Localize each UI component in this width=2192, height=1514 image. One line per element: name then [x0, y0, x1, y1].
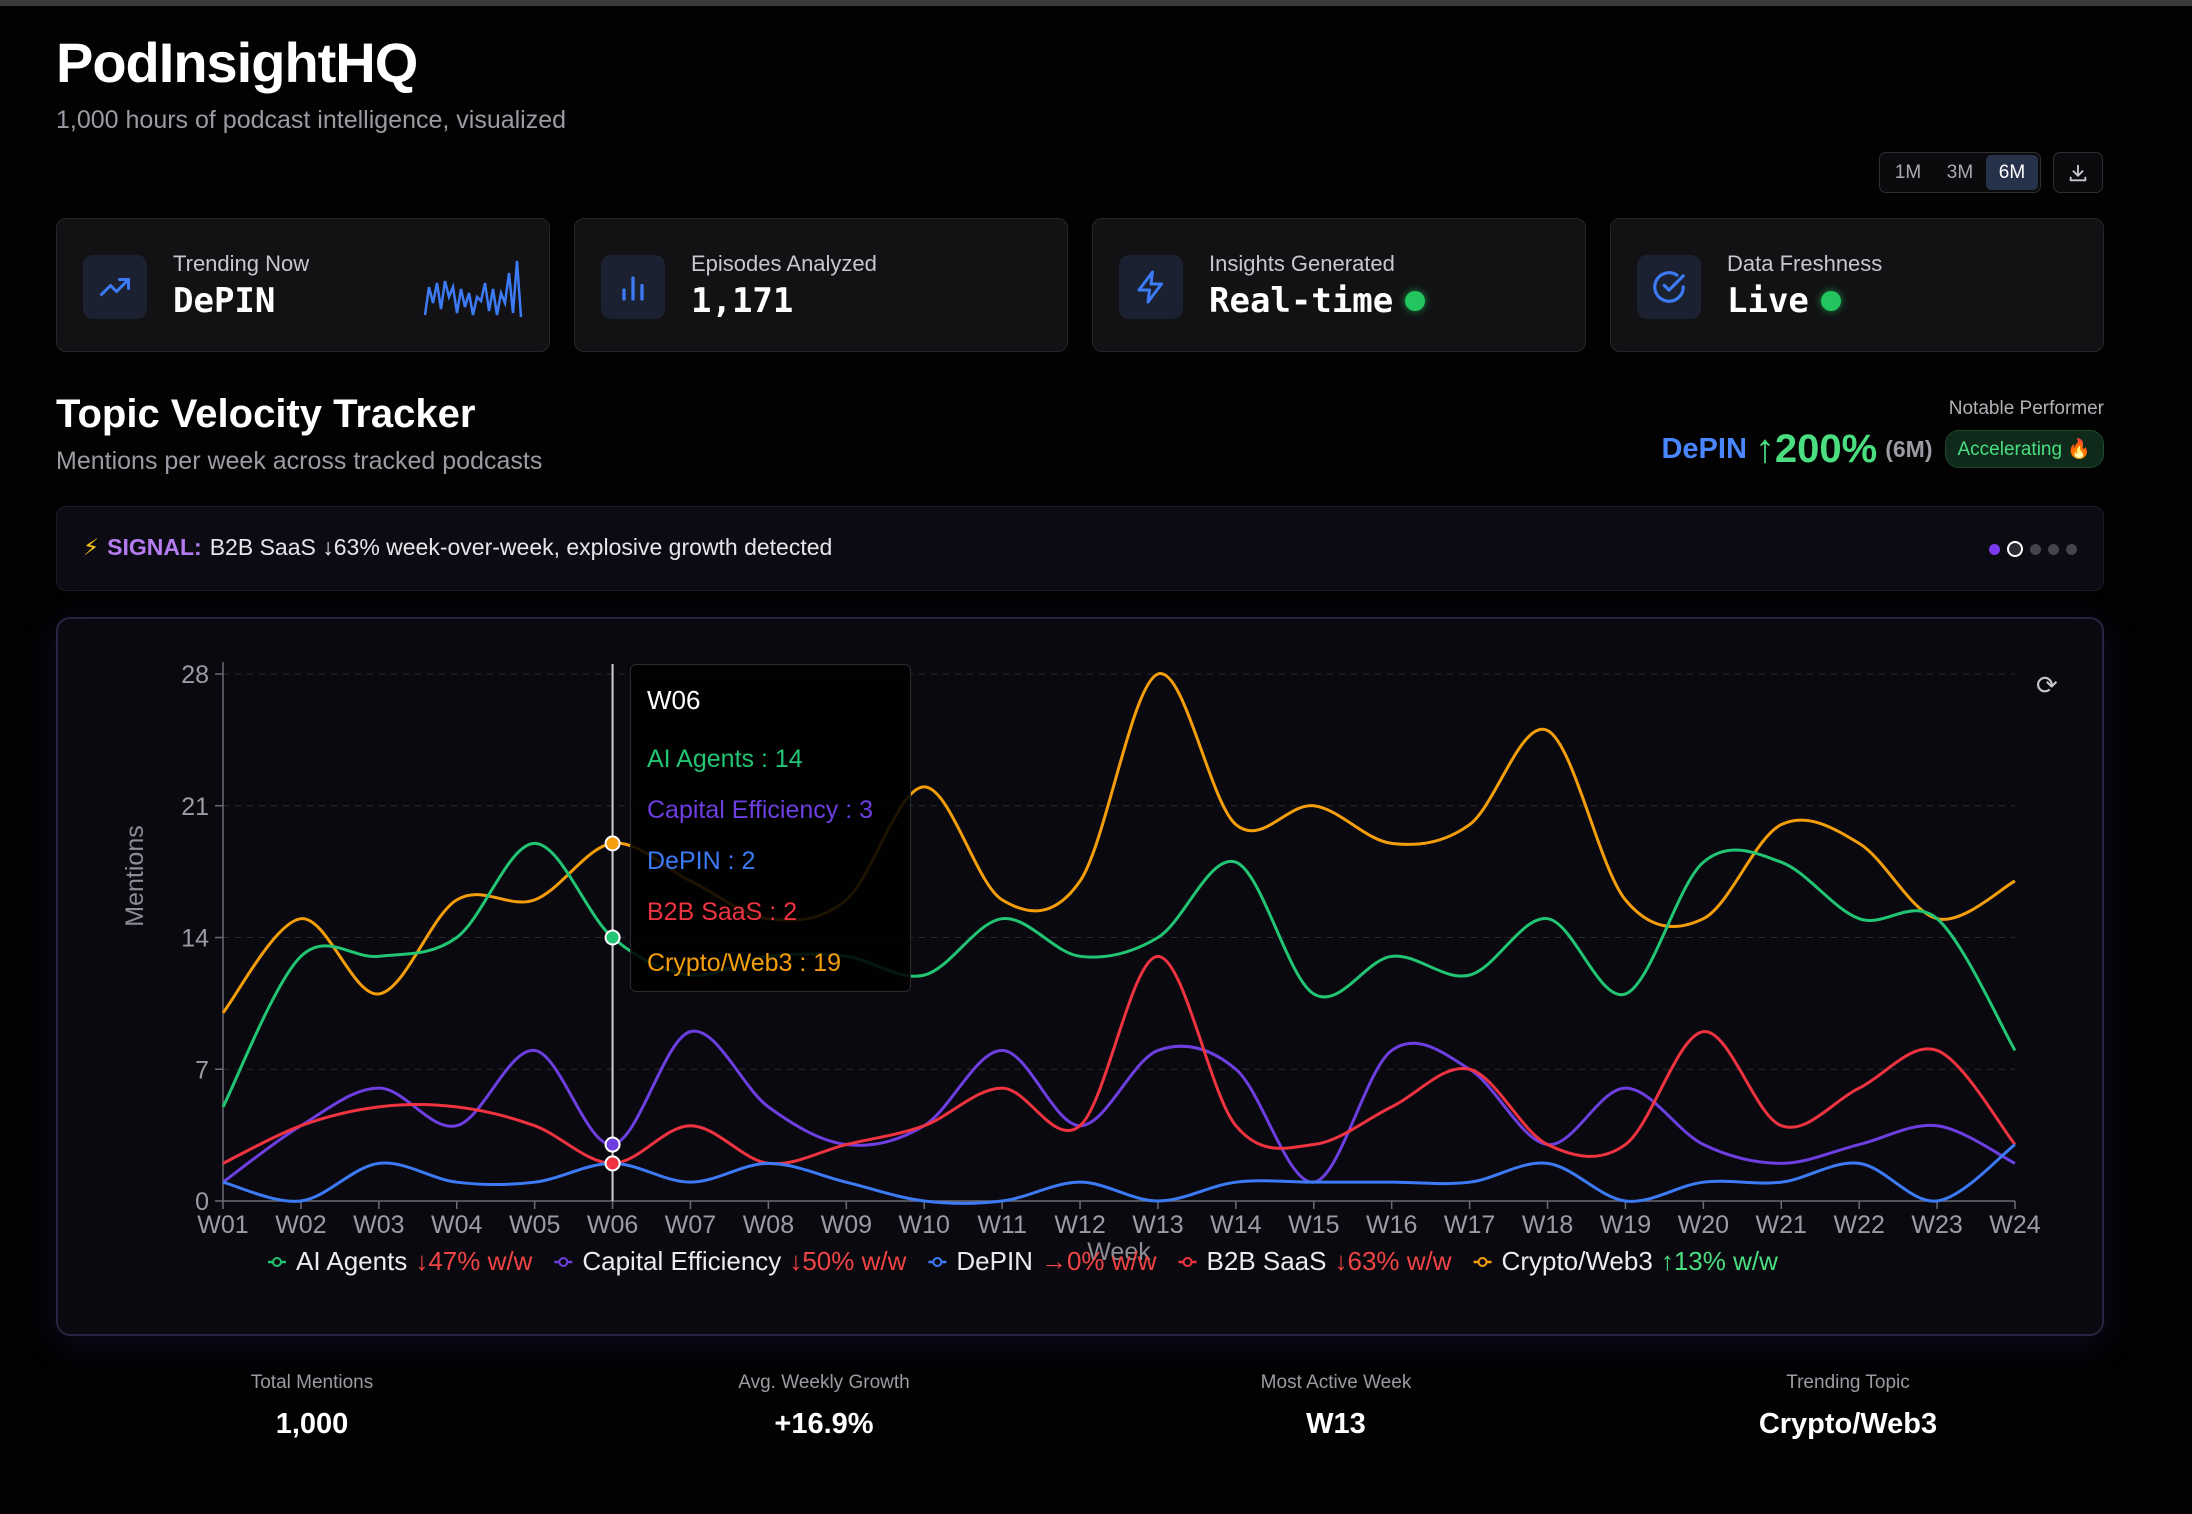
signal-message: ⚡ SIGNAL: B2B SaaS ↓63% week-over-week, …	[83, 534, 832, 561]
range-6m-button[interactable]: 6M	[1986, 155, 2038, 190]
tooltip-row: B2B SaaS : 2	[647, 898, 798, 926]
time-range-toggle: 1M 3M 6M	[1879, 152, 2041, 193]
card-value: Live	[1727, 281, 1841, 321]
signal-banner: ⚡ SIGNAL: B2B SaaS ↓63% week-over-week, …	[56, 506, 2104, 591]
carousel-dot[interactable]	[1989, 543, 2000, 555]
status-badge: Accelerating 🔥	[1944, 430, 2104, 468]
tooltip-row: Capital Efficiency : 3	[647, 796, 874, 824]
bar-chart-icon	[601, 255, 665, 319]
download-button[interactable]	[2053, 152, 2103, 193]
chart-tooltip: W06 AI Agents : 14 Capital Efficiency : 3…	[630, 664, 911, 992]
card-label: Data Freshness	[1727, 251, 1883, 276]
notable-change: ↑200%	[1754, 426, 1878, 471]
top-border	[0, 0, 2192, 6]
carousel-dot[interactable]	[2066, 543, 2077, 555]
signal-label: SIGNAL:	[107, 534, 202, 560]
download-icon	[2069, 164, 2087, 181]
summary-stats: Total Mentions 1,000 Avg. Weekly Growth …	[56, 1372, 2104, 1441]
card-label: Trending Now	[173, 251, 310, 276]
app-title: PodInsightHQ	[56, 31, 418, 94]
section-title: Topic Velocity Tracker	[56, 392, 476, 436]
trending-up-icon	[83, 255, 147, 319]
live-status-dot	[1820, 291, 1841, 311]
section-subtitle: Mentions per week across tracked podcast…	[56, 447, 543, 475]
card-label: Insights Generated	[1209, 251, 1395, 276]
stat-trending-topic: Trending Topic Crypto/Web3	[1758, 1372, 1938, 1440]
notable-period: (6M)	[1885, 435, 1933, 462]
card-label: Episodes Analyzed	[691, 251, 877, 276]
card-insights-generated: Insights Generated Real-time	[1092, 218, 1586, 352]
sparkline-chart	[423, 260, 523, 318]
chart-panel	[56, 617, 2104, 1336]
card-value: 1,171	[691, 281, 794, 321]
lightning-icon	[1119, 255, 1183, 319]
stat-most-active-week: Most Active Week W13	[1260, 1372, 1412, 1440]
live-status-dot	[1405, 291, 1426, 311]
signal-carousel-dots	[1989, 541, 2077, 557]
stat-total-mentions: Total Mentions 1,000	[250, 1372, 374, 1440]
lightning-icon: ⚡	[83, 534, 100, 560]
range-3m-button[interactable]: 3M	[1934, 155, 1986, 190]
notable-performer-label: Notable Performer	[1948, 398, 2104, 419]
card-value: Real-time	[1209, 281, 1426, 321]
card-trending-now: Trending Now DePIN	[56, 218, 550, 352]
card-data-freshness: Data Freshness Live	[1610, 218, 2104, 352]
carousel-dot[interactable]	[2048, 543, 2059, 555]
signal-text: B2B SaaS ↓63% week-over-week, explosive …	[209, 534, 833, 560]
tooltip-row: Crypto/Web3 : 19	[647, 949, 842, 977]
carousel-dot-active[interactable]	[2007, 541, 2023, 557]
notable-performer: DePIN ↑200% (6M) Accelerating 🔥	[1661, 424, 2104, 474]
range-1m-button[interactable]: 1M	[1882, 155, 1934, 190]
tooltip-title: W06	[647, 685, 701, 715]
tooltip-row: AI Agents : 14	[647, 745, 803, 773]
stat-avg-weekly-growth: Avg. Weekly Growth +16.9%	[738, 1372, 910, 1440]
check-circle-icon	[1637, 255, 1701, 319]
tooltip-row: DePIN : 2	[647, 847, 756, 875]
card-value: DePIN	[173, 281, 276, 321]
notable-topic: DePIN	[1661, 432, 1747, 465]
carousel-dot[interactable]	[2030, 543, 2041, 555]
refresh-icon[interactable]: ⟳	[2036, 670, 2058, 701]
card-episodes-analyzed: Episodes Analyzed 1,171	[574, 218, 1068, 352]
app-subtitle: 1,000 hours of podcast intelligence, vis…	[56, 106, 567, 134]
